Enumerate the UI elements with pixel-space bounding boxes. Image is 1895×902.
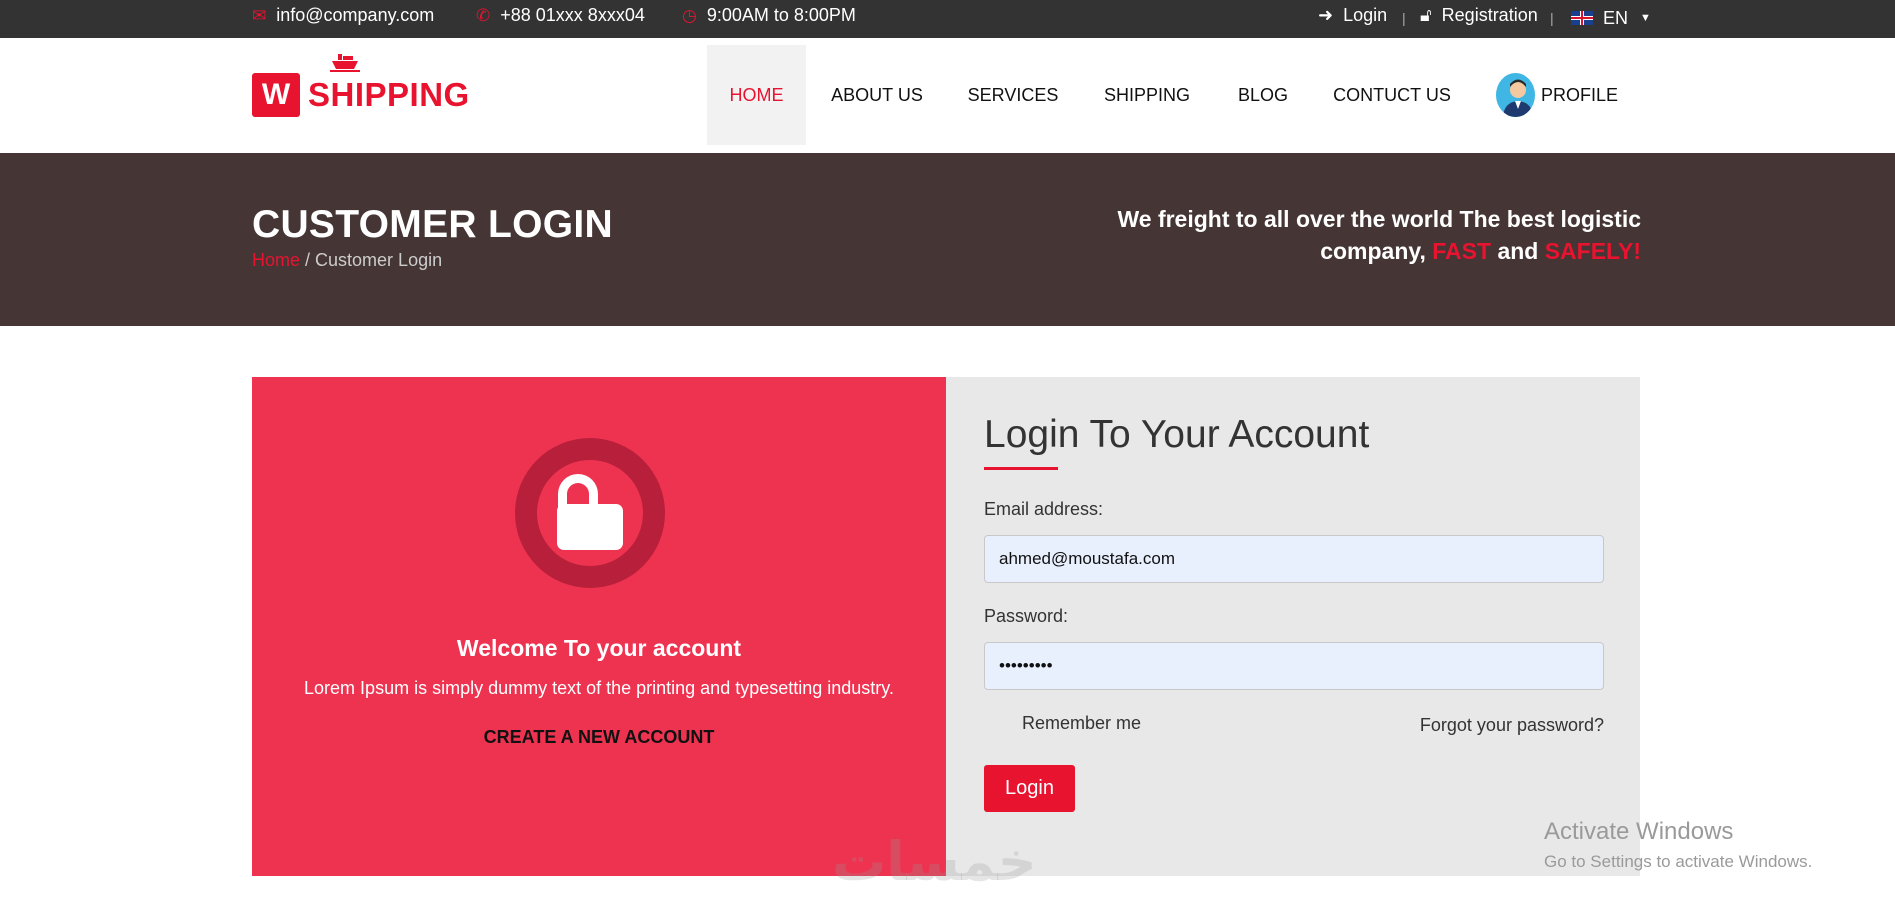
page-title: CUSTOMER LOGIN <box>252 203 613 246</box>
avatar <box>1496 73 1535 117</box>
welcome-title: Welcome To your account <box>456 635 742 661</box>
registration-link-text: Registration <box>1441 4 1538 25</box>
title-underline <box>984 467 1058 470</box>
language-text: EN <box>1603 7 1629 28</box>
clock-icon: ◷ <box>682 5 697 25</box>
activate-title: Activate Windows <box>1544 818 1734 845</box>
nav-item-services[interactable]: SERVICES <box>960 45 1066 145</box>
form-title: Login To Your Account <box>984 413 1370 456</box>
phone-icon: ✆ <box>476 5 491 25</box>
breadcrumb-current: Customer Login <box>315 250 443 270</box>
contact-email[interactable]: ✉ info@company.com <box>252 0 434 30</box>
page-banner: CUSTOMER LOGIN Home / Customer Login We … <box>0 153 1895 326</box>
email-input[interactable] <box>984 535 1604 583</box>
nav-item-profile[interactable]: PROFILE <box>1496 45 1618 145</box>
site-logo[interactable]: W SHIPPING <box>252 54 470 120</box>
welcome-subtitle: Lorem Ipsum is simply dummy text of the … <box>304 678 894 698</box>
user-avatar-icon <box>1503 79 1533 117</box>
ship-icon <box>330 54 360 72</box>
password-label: Password: <box>984 606 1069 626</box>
sign-in-icon: ➜ <box>1318 5 1334 25</box>
forgot-password-link[interactable]: Forgot your password? <box>1420 715 1604 736</box>
breadcrumb-home-link[interactable]: Home <box>252 250 300 270</box>
profile-label: PROFILE <box>1540 84 1618 105</box>
email-label: Email address: <box>984 499 1104 519</box>
logo-mark: W <box>252 73 300 117</box>
password-input[interactable] <box>984 642 1604 690</box>
nav-item-home[interactable]: HOME <box>707 45 806 145</box>
breadcrumb-separator: / <box>300 250 316 270</box>
phone-text: +88 01xxx 8xxx04 <box>500 4 645 25</box>
page: ✉ info@company.com ✆ +88 01xxx 8xxx04 ◷ … <box>0 0 1895 902</box>
contact-phone[interactable]: ✆ +88 01xxx 8xxx04 <box>476 0 645 30</box>
watermark: خمسات <box>832 830 1037 893</box>
breadcrumb: Home / Customer Login <box>252 250 442 271</box>
unlock-icon: 🔓︎ <box>1420 5 1432 25</box>
uk-flag-icon <box>1571 11 1593 25</box>
top-bar: ✉ info@company.com ✆ +88 01xxx 8xxx04 ◷ … <box>0 0 1895 38</box>
lock-icon <box>515 438 665 588</box>
separator: | <box>1402 10 1406 26</box>
tagline-safely: SAFELY! <box>1544 238 1641 264</box>
activate-windows-notice: Activate Windows Go to Settings to activ… <box>1544 818 1812 872</box>
caret-down-icon: ▼ <box>1640 12 1651 24</box>
nav-item-shipping[interactable]: SHIPPING <box>1100 45 1194 145</box>
tagline: We freight to all over the world The bes… <box>1081 203 1641 267</box>
logo-name: SHIPPING <box>308 54 470 114</box>
welcome-panel: Welcome To your account Lorem Ipsum is s… <box>252 377 946 876</box>
topbar-login-link[interactable]: ➜ Login <box>1318 0 1387 30</box>
nav-item-about-us[interactable]: ABOUT US <box>826 45 928 145</box>
hours-text: 9:00AM to 8:00PM <box>706 4 856 25</box>
login-form-panel: Login To Your Account Email address: Pas… <box>946 377 1640 876</box>
nav-item-contact-us[interactable]: CONTUCT US <box>1330 45 1454 145</box>
create-account-link[interactable]: CREATE A NEW ACCOUNT <box>252 727 946 748</box>
tagline-fast: FAST <box>1432 238 1492 264</box>
topbar-registration-link[interactable]: 🔓︎ Registration <box>1420 0 1538 30</box>
language-selector[interactable]: EN ▼ <box>1571 3 1651 33</box>
main-header: W SHIPPING HOME ABOUT US SERVICES SHIPPI… <box>0 38 1895 153</box>
tagline-and: and <box>1497 238 1539 264</box>
nav-item-blog[interactable]: BLOG <box>1228 45 1298 145</box>
login-button[interactable]: Login <box>984 765 1075 812</box>
logo-name-text: SHIPPING <box>308 76 470 113</box>
login-link-text: Login <box>1343 4 1388 25</box>
separator: | <box>1550 10 1554 26</box>
opening-hours: ◷ 9:00AM to 8:00PM <box>682 0 856 30</box>
remember-me-checkbox[interactable]: Remember me <box>1022 713 1141 734</box>
activate-subtitle: Go to Settings to activate Windows. <box>1544 852 1813 871</box>
email-text: info@company.com <box>276 4 435 25</box>
envelope-icon: ✉ <box>252 5 267 25</box>
